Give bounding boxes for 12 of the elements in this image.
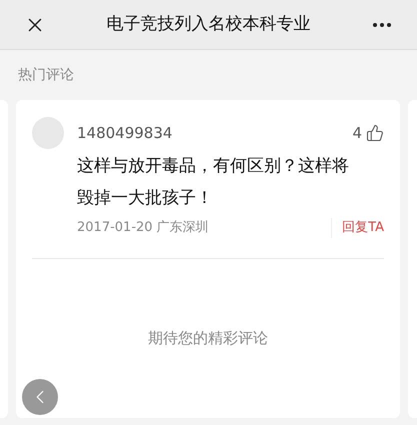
window-title: 电子竞技列入名校本科专业 <box>106 12 312 36</box>
section-title: 热门评论 <box>18 66 74 84</box>
back-button[interactable] <box>22 379 58 415</box>
comment-meta: 2017-01-20 广东深圳 <box>77 219 210 237</box>
user-name: 1480499834 <box>77 122 172 144</box>
empty-message: 期待您的精彩评论 <box>148 328 268 349</box>
thumbs-up-icon <box>366 124 384 142</box>
reply-link[interactable]: 回复TA <box>331 218 384 238</box>
like-button[interactable] <box>366 124 384 142</box>
comment-text: 这样与放开毒品，有何区别？这样将毁掉一大批孩子！ <box>77 155 350 210</box>
like-count: 4 <box>352 122 362 144</box>
more-icon <box>373 22 391 26</box>
